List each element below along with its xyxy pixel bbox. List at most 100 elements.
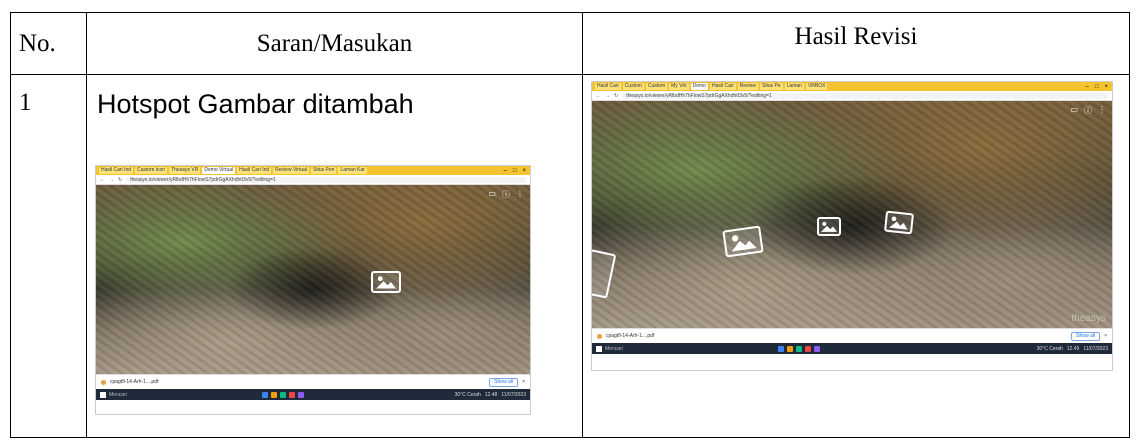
- browser-tab: Situs Pen: [311, 167, 337, 174]
- image-hotspot-icon: [883, 210, 915, 235]
- panorama-view: ▭ ⓘ ⋮: [96, 185, 530, 374]
- reload-icon: ↻: [614, 92, 619, 99]
- close-icon: ×: [1104, 83, 1108, 90]
- viewer-watermark: theasys: [1071, 313, 1106, 324]
- show-all-button: Show all: [1071, 331, 1101, 341]
- app-icon: [262, 391, 268, 398]
- clock-date: 11/07/2023: [501, 391, 526, 398]
- download-bar: cpagtfl-14-Arh-1....pdf Show all ×: [592, 328, 1112, 343]
- download-filename: cpagtfl-14-Arh-1....pdf: [110, 379, 159, 385]
- header-no: No.: [10, 12, 87, 75]
- browser-tab: Custom: [645, 83, 668, 90]
- browser-tab-active: Demo Virtual: [202, 167, 236, 174]
- app-icon: [271, 391, 277, 398]
- browser-tab: Laman: [784, 83, 804, 90]
- download-file-icon: [101, 379, 106, 385]
- back-icon: ←: [100, 176, 105, 183]
- clock-time: 12.49: [1066, 345, 1080, 352]
- minimize-icon: –: [503, 167, 507, 174]
- weather-text: 30°C Cerah: [454, 391, 481, 398]
- browser-tab: Hasil Cari: [595, 83, 621, 90]
- browser-tab-active: Demo: [690, 83, 708, 90]
- browser-tab: VRBOX: [805, 83, 828, 90]
- revision-table: No. Saran/Masukan Hasil Revisi 1 Hotspot…: [10, 12, 1130, 438]
- screenshot-before: Hasil Cari Ind Custom Icon Theasys VR De…: [95, 165, 531, 415]
- browser-tab: My Virt: [669, 83, 689, 90]
- info-icon: ⓘ: [1084, 106, 1092, 115]
- browser-tab: Custom Icon: [135, 167, 168, 174]
- app-icon: [787, 345, 793, 352]
- app-icon: [814, 345, 820, 352]
- saran-cell: Hotspot Gambar ditambah Hasil Cari Ind C…: [86, 74, 583, 438]
- close-icon: ×: [522, 167, 526, 174]
- taskbar-search: Mencari: [605, 345, 623, 352]
- clock-time: 12.48: [484, 391, 498, 398]
- browser-tab: Hasil Cari Ind: [99, 167, 134, 174]
- browser-tab: Custom: [622, 83, 644, 90]
- saran-text: Hotspot Gambar ditambah: [97, 89, 414, 119]
- image-hotspot-icon: [371, 271, 401, 293]
- download-filename: cpagtfl-14-Arh-1....pdf: [606, 333, 655, 339]
- reload-icon: ↻: [118, 176, 123, 183]
- address-bar: ← → ↻ theasys.io/viewer/yRlbdHh7hFlowS7p…: [96, 175, 530, 185]
- more-icon: ⋮: [516, 189, 524, 198]
- browser-tab: Hasil Cari: [709, 83, 736, 90]
- address-bar: ← → ↻ theasys.io/viewer/yRlbdHh7hFlowS7p…: [592, 91, 1112, 101]
- browser-tabbar: Hasil Cari Custom Custom My Virt Demo Ha…: [592, 82, 1112, 91]
- maximize-icon: □: [512, 167, 517, 174]
- row-number: 1: [10, 74, 87, 438]
- window-controls: – □ ×: [1086, 84, 1112, 90]
- browser-tab: Review: [737, 83, 759, 90]
- app-icon: [805, 345, 811, 352]
- screenshot-after: Hasil Cari Custom Custom My Virt Demo Ha…: [591, 81, 1113, 371]
- window-controls: – □ ×: [504, 168, 530, 174]
- browser-tab: Theasys VR: [169, 167, 201, 174]
- clock-date: 11/07/2023: [1083, 345, 1108, 352]
- taskbar-search: Mencari: [109, 391, 127, 398]
- header-saran: Saran/Masukan: [86, 12, 583, 75]
- table-header-row: No. Saran/Masukan Hasil Revisi: [10, 12, 1130, 75]
- back-icon: ←: [596, 92, 601, 99]
- panorama-view: ▭ ⓘ ⋮ theasys: [592, 101, 1112, 328]
- app-icon: [298, 391, 304, 398]
- image-hotspot-icon: [592, 248, 617, 299]
- browser-tab: Review Virtual: [273, 167, 310, 174]
- system-tray: 30°C Cerah 12.49 11/07/2023: [1037, 346, 1108, 352]
- windows-start-icon: [596, 345, 602, 352]
- download-file-icon: [597, 333, 602, 339]
- windows-taskbar: Mencari 30°C Cerah 12.48 11/07/2023: [96, 389, 530, 400]
- gallery-icon: ▭: [488, 189, 496, 198]
- close-icon: ×: [522, 379, 525, 385]
- image-hotspot-icon: [817, 217, 841, 236]
- minimize-icon: –: [1085, 83, 1089, 90]
- hasil-cell: Hasil Cari Custom Custom My Virt Demo Ha…: [582, 74, 1130, 438]
- viewer-controls: ▭ ⓘ ⋮: [488, 189, 524, 200]
- browser-tab: Laman Kar: [338, 167, 367, 174]
- browser-tab: Hasil Cari Ind: [237, 167, 272, 174]
- system-tray: 30°C Cerah 12.48 11/07/2023: [455, 392, 526, 398]
- info-icon: ⓘ: [502, 190, 510, 199]
- table-row: 1 Hotspot Gambar ditambah Hasil Cari Ind…: [10, 74, 1130, 438]
- app-icon: [796, 345, 802, 352]
- url-field: theasys.io/viewer/yRlbdHh7hFlowS7pdrGgAX…: [622, 92, 1108, 99]
- close-icon: ×: [1104, 333, 1107, 339]
- app-icon: [280, 391, 286, 398]
- download-bar: cpagtfl-14-Arh-1....pdf Show all ×: [96, 374, 530, 389]
- viewer-controls: ▭ ⓘ ⋮: [1070, 105, 1106, 116]
- forward-icon: →: [605, 92, 610, 99]
- header-hasil: Hasil Revisi: [582, 12, 1130, 75]
- image-hotspot-icon: [722, 225, 764, 258]
- windows-start-icon: [100, 391, 106, 398]
- gallery-icon: ▭: [1070, 105, 1078, 114]
- windows-taskbar: Mencari 30°C Cerah 12.49 11/07/2023: [592, 343, 1112, 354]
- browser-tab: Situs Pe: [760, 83, 783, 90]
- app-icon: [778, 345, 784, 352]
- more-icon: ⋮: [1098, 105, 1106, 114]
- show-all-button: Show all: [489, 377, 519, 387]
- weather-text: 30°C Cerah: [1036, 345, 1063, 352]
- app-icon: [289, 391, 295, 398]
- forward-icon: →: [109, 176, 114, 183]
- maximize-icon: □: [1094, 83, 1099, 90]
- url-field: theasys.io/viewer/yRlbdHh7hFlowS7pdrGgAX…: [126, 176, 526, 183]
- browser-tabbar: Hasil Cari Ind Custom Icon Theasys VR De…: [96, 166, 530, 175]
